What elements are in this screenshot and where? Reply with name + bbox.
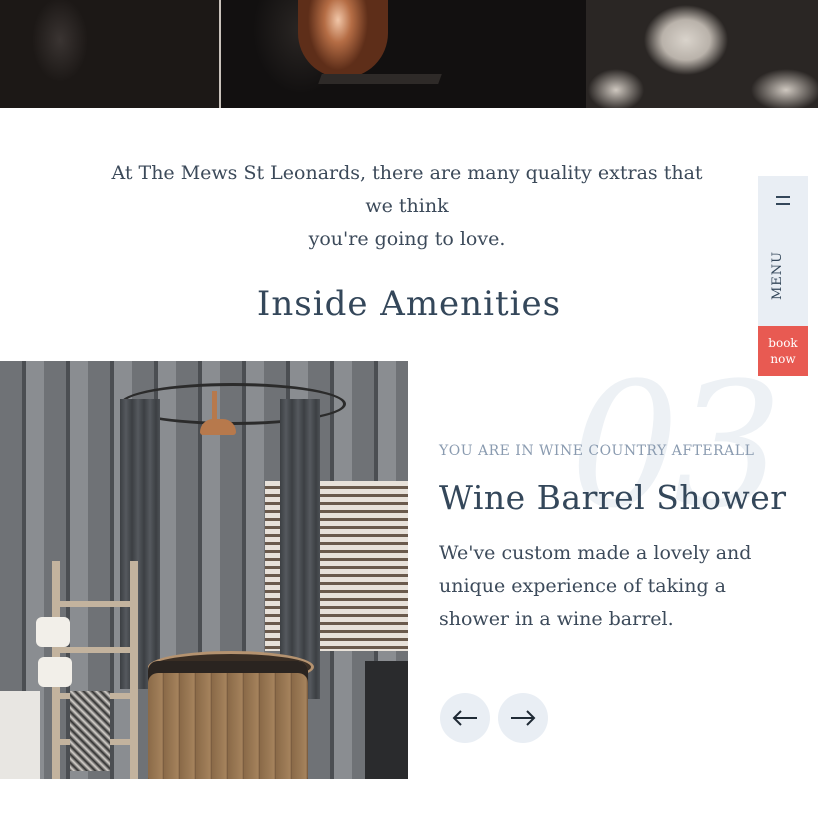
feature-description: We've custom made a lovely and unique ex… bbox=[439, 542, 752, 630]
hamburger-icon[interactable] bbox=[776, 196, 790, 206]
arrow-right-icon bbox=[511, 710, 536, 726]
amenity-photo bbox=[0, 361, 408, 779]
section-title: Inside Amenities bbox=[256, 284, 562, 324]
hero-banner-image bbox=[0, 0, 818, 108]
book-label-line-2: now bbox=[770, 352, 796, 366]
shower-pipe-image bbox=[212, 391, 217, 421]
toilet-roll-image bbox=[38, 657, 72, 687]
stool-image bbox=[365, 661, 408, 779]
feature-title: Wine Barrel Shower bbox=[439, 478, 787, 517]
carousel-next-button[interactable] bbox=[498, 693, 548, 743]
menu-label[interactable]: MENU bbox=[770, 250, 796, 300]
hero-panel-right bbox=[586, 0, 818, 108]
shower-head-image bbox=[200, 419, 236, 435]
intro-line-2: you're going to love. bbox=[308, 228, 506, 250]
shower-curtain-right-image bbox=[280, 399, 320, 699]
arrow-left-icon bbox=[452, 710, 477, 726]
wine-barrel-image bbox=[148, 661, 308, 779]
towel-image bbox=[70, 691, 110, 771]
toilet-roll-image bbox=[36, 617, 70, 647]
intro-text: At The Mews St Leonards, there are many … bbox=[100, 157, 714, 256]
shelf-image bbox=[318, 74, 442, 84]
intro-line-1: At The Mews St Leonards, there are many … bbox=[111, 162, 703, 217]
hero-panel-left bbox=[0, 0, 219, 108]
book-label-line-1: book bbox=[768, 336, 798, 350]
feature-eyebrow: YOU ARE IN WINE COUNTRY AFTERALL bbox=[439, 443, 755, 459]
hero-panel-center bbox=[221, 0, 586, 108]
toilet-image bbox=[0, 691, 40, 779]
carousel-prev-button[interactable] bbox=[440, 693, 490, 743]
book-now-button[interactable]: book now bbox=[758, 326, 808, 376]
